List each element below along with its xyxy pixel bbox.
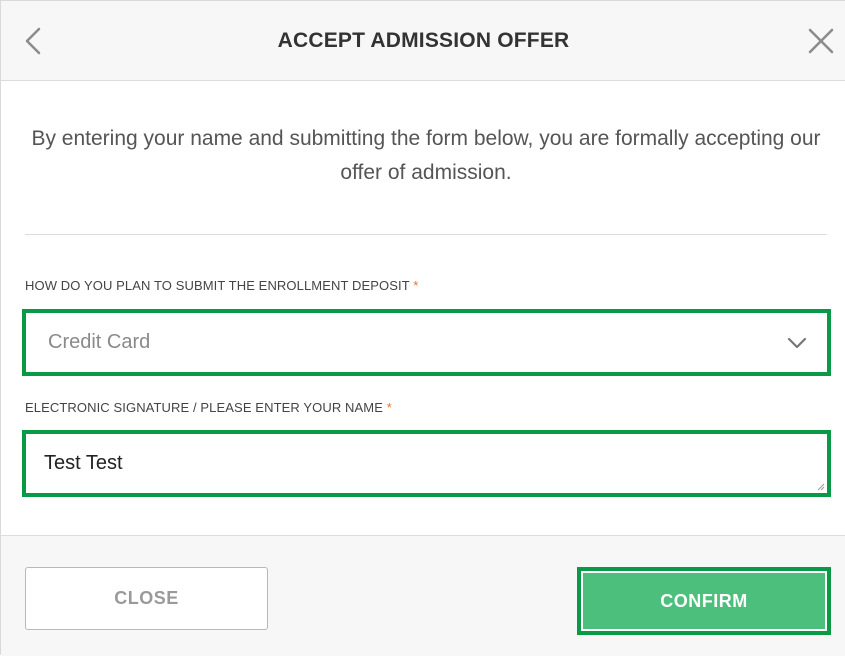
confirm-button-highlight: CONFIRM [577, 567, 831, 635]
resize-grip-icon[interactable] [817, 483, 825, 491]
signature-label-text: ELECTRONIC SIGNATURE / PLEASE ENTER YOUR… [25, 400, 383, 415]
intro-text: By entering your name and submitting the… [31, 127, 821, 184]
close-x-button[interactable] [801, 21, 841, 61]
section-divider [25, 234, 827, 235]
close-icon [808, 28, 834, 54]
deposit-label-text: HOW DO YOU PLAN TO SUBMIT THE ENROLLMENT… [25, 278, 410, 293]
back-button[interactable] [15, 21, 51, 61]
dialog-title: ACCEPT ADMISSION OFFER [277, 29, 570, 52]
signature-field-wrapper [22, 430, 831, 497]
required-marker: * [386, 400, 392, 415]
required-marker: * [413, 278, 419, 293]
deposit-field-label: HOW DO YOU PLAN TO SUBMIT THE ENROLLMENT… [25, 278, 418, 293]
accept-offer-dialog: ACCEPT ADMISSION OFFER By entering your … [0, 0, 845, 656]
chevron-down-icon [787, 337, 807, 349]
signature-input[interactable] [26, 434, 827, 493]
confirm-button[interactable]: CONFIRM [583, 573, 825, 629]
dialog-header: ACCEPT ADMISSION OFFER [1, 1, 845, 81]
close-button[interactable]: CLOSE [25, 567, 268, 630]
chevron-left-icon [25, 27, 41, 55]
signature-field-label: ELECTRONIC SIGNATURE / PLEASE ENTER YOUR… [25, 400, 392, 415]
deposit-method-select[interactable]: Credit Card [22, 309, 831, 376]
deposit-selected-value: Credit Card [48, 331, 151, 353]
